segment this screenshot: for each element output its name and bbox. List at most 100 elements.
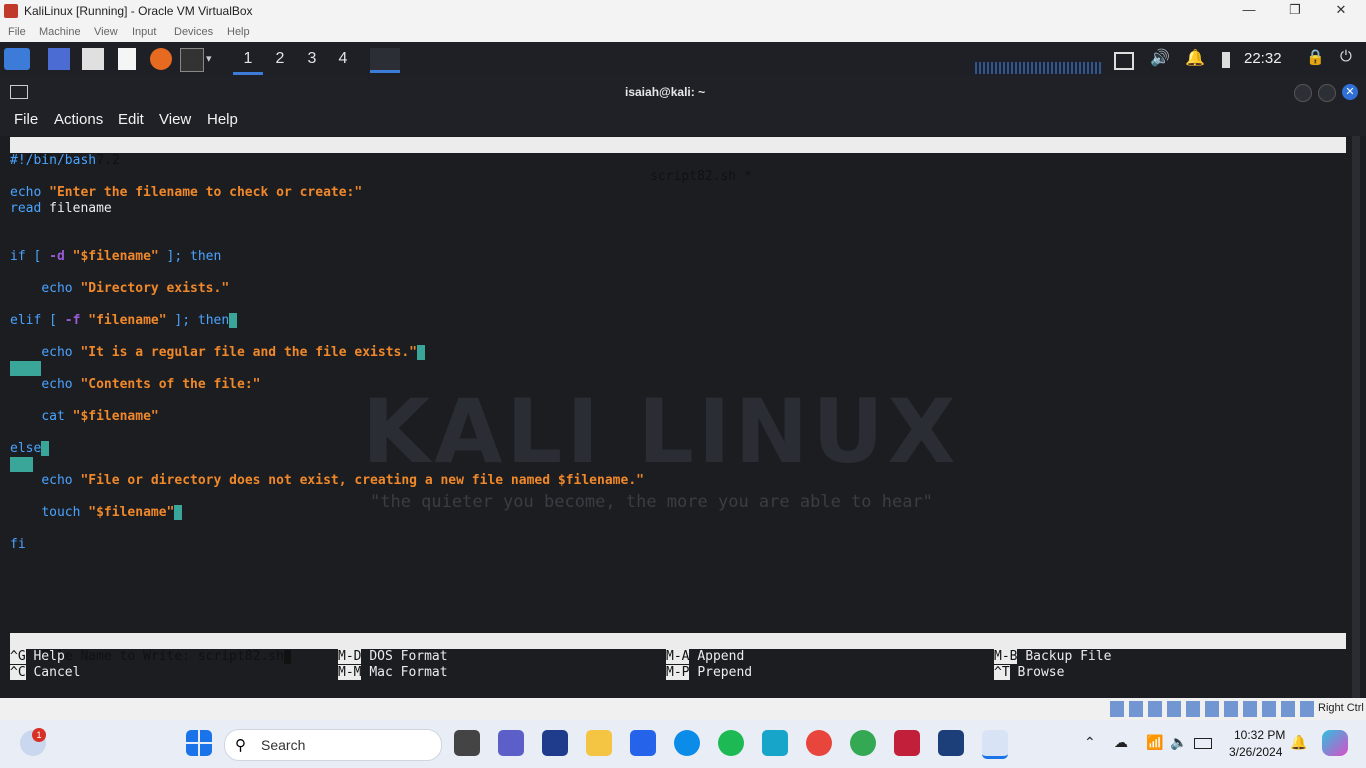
shortcut-label: Prepend: [697, 665, 753, 680]
terminal-menu-help[interactable]: Help: [207, 111, 238, 128]
notification-icon[interactable]: 🔔: [1290, 734, 1307, 751]
taskbar-time[interactable]: 10:32 PM: [1234, 728, 1285, 742]
code-keyword: read: [10, 201, 42, 216]
display-icon[interactable]: [1114, 52, 1134, 70]
menu-help[interactable]: Help: [227, 26, 250, 38]
terminal-body[interactable]: KALI LINUX "the quieter you become, the …: [0, 136, 1366, 698]
show-desktop-icon[interactable]: [48, 48, 70, 70]
terminal-minimize-button[interactable]: [1294, 84, 1312, 102]
code-line: cat "$filename": [10, 409, 159, 425]
code-string: "$filename": [72, 409, 159, 424]
teams-icon[interactable]: [498, 730, 524, 756]
terminal-title: isaiah@kali: ~: [625, 85, 706, 99]
shortcut-label: Browse: [1017, 665, 1065, 680]
code-line: read filename: [10, 201, 112, 217]
chevron-up-icon[interactable]: ⌃: [1084, 734, 1096, 751]
terminal-scrollbar[interactable]: [1352, 136, 1360, 698]
onedrive-icon[interactable]: ☁: [1114, 734, 1128, 751]
terminal-task-icon[interactable]: [370, 48, 400, 73]
virtualbox-title-bar: KaliLinux [Running] - Oracle VM VirtualB…: [0, 0, 1366, 23]
shortcut-append[interactable]: M-A Append: [666, 649, 744, 665]
code-line: [10, 361, 41, 377]
menu-file[interactable]: File: [8, 26, 26, 38]
text-editor-icon[interactable]: [118, 48, 136, 70]
file-manager-icon[interactable]: [82, 48, 104, 70]
code-flag: -f: [64, 313, 81, 328]
store-icon[interactable]: [630, 730, 656, 756]
virtualbox-taskbar-icon[interactable]: [938, 730, 964, 756]
terminal-menu-edit[interactable]: Edit: [118, 111, 144, 128]
workspace-2[interactable]: 2: [265, 48, 295, 72]
terminal-menu-actions[interactable]: Actions: [54, 111, 103, 128]
alexa-icon[interactable]: [762, 730, 788, 756]
taskbar-date[interactable]: 3/26/2024: [1229, 745, 1282, 759]
wifi-icon[interactable]: 📶: [1146, 734, 1163, 751]
code-string: "It is a regular file and the file exist…: [80, 345, 417, 360]
nano-shortcuts: ^G Help M-D DOS Format M-A Append M-B Ba…: [10, 649, 1346, 681]
menu-view[interactable]: View: [94, 26, 118, 38]
minimize-button[interactable]: —: [1234, 2, 1264, 20]
chrome-icon[interactable]: [806, 730, 832, 756]
terminal-maximize-button[interactable]: [1318, 84, 1336, 102]
shortcut-dos-format[interactable]: M-D DOS Format: [338, 649, 448, 665]
edge-icon[interactable]: [674, 730, 700, 756]
copilot-icon[interactable]: [1322, 730, 1348, 756]
shortcut-label: DOS Format: [369, 649, 448, 664]
firefox-icon[interactable]: [150, 48, 172, 70]
code-string: "Directory exists.": [80, 281, 230, 296]
workspace-4[interactable]: 4: [328, 48, 358, 72]
chrome-profile-icon[interactable]: [850, 730, 876, 756]
workspace-3[interactable]: 3: [297, 48, 327, 72]
code-shebang: #!/bin/bash: [10, 153, 97, 168]
snipping-tool-icon[interactable]: [982, 730, 1008, 759]
windows-taskbar: 1 ⚲ Search ⌃ ☁ 📶 🔈 10:32 PM 3/26/2024 🔔: [0, 720, 1366, 768]
volume-icon[interactable]: 🔊: [1150, 48, 1170, 70]
code-text: ]; then: [166, 313, 230, 328]
chevron-down-icon[interactable]: ▾: [206, 48, 220, 70]
kali-menu-icon[interactable]: [4, 48, 30, 70]
workspace-1[interactable]: 1: [233, 48, 263, 75]
restore-button[interactable]: ❐: [1280, 2, 1310, 20]
shortcut-label: Cancel: [33, 665, 81, 680]
terminal-menu-file[interactable]: File: [14, 111, 38, 128]
code-string: "File or directory does not exist, creat…: [80, 473, 644, 488]
shortcut-backup-file[interactable]: M-B Backup File: [994, 649, 1111, 665]
terminal-icon: [10, 85, 28, 99]
shortcut-prepend[interactable]: M-P Prepend: [666, 665, 752, 681]
taskbar-search-box[interactable]: ⚲ Search: [224, 729, 442, 761]
battery-tray-icon[interactable]: [1194, 738, 1212, 749]
device-status-icons[interactable]: [1110, 701, 1314, 717]
lock-icon[interactable]: 🔒: [1306, 48, 1325, 70]
close-button[interactable]: ✕: [1326, 2, 1356, 20]
nano-prompt-bar[interactable]: File Name to Write: script82.sh: [10, 633, 1346, 664]
shortcut-cancel[interactable]: ^C Cancel: [10, 665, 80, 681]
code-line: if [ -d "$filename" ]; then: [10, 249, 221, 265]
nano-header: GNU nano 7.2 script82.sh *: [10, 137, 1346, 184]
menu-machine[interactable]: Machine: [39, 26, 81, 38]
terminal-close-button[interactable]: ✕: [1342, 84, 1358, 100]
menu-input[interactable]: Input: [132, 26, 156, 38]
shortcut-browse[interactable]: ^T Browse: [994, 665, 1064, 681]
terminal-menu-view[interactable]: View: [159, 111, 191, 128]
task-view-icon[interactable]: [454, 730, 480, 756]
code-keyword: echo: [41, 281, 73, 296]
code-text: if [: [10, 249, 50, 264]
shortcut-help[interactable]: ^G Help: [10, 649, 65, 665]
speaker-icon[interactable]: 🔈: [1170, 734, 1187, 751]
battery-icon[interactable]: [1222, 52, 1230, 68]
code-string: "Enter the filename to check or create:": [49, 185, 363, 200]
power-icon[interactable]: ⏻: [1340, 48, 1358, 70]
app-l-icon[interactable]: [542, 730, 568, 756]
notification-bell-icon[interactable]: 🔔: [1185, 48, 1205, 70]
windows-start-icon[interactable]: [186, 730, 212, 756]
spotify-icon[interactable]: [718, 730, 744, 756]
cs-app-icon[interactable]: [894, 730, 920, 756]
file-explorer-icon[interactable]: [586, 730, 612, 756]
menu-devices[interactable]: Devices: [174, 26, 213, 38]
terminal-menu-bar: File Actions Edit View Help: [0, 108, 1366, 136]
shortcut-mac-format[interactable]: M-M Mac Format: [338, 665, 448, 681]
kali-top-panel: ▾ 1 2 3 4 🔊 🔔 22:32 🔒 ⏻: [0, 42, 1366, 76]
panel-clock[interactable]: 22:32: [1244, 48, 1282, 70]
code-keyword: echo: [10, 185, 42, 200]
terminal-launcher-icon[interactable]: [180, 48, 204, 72]
